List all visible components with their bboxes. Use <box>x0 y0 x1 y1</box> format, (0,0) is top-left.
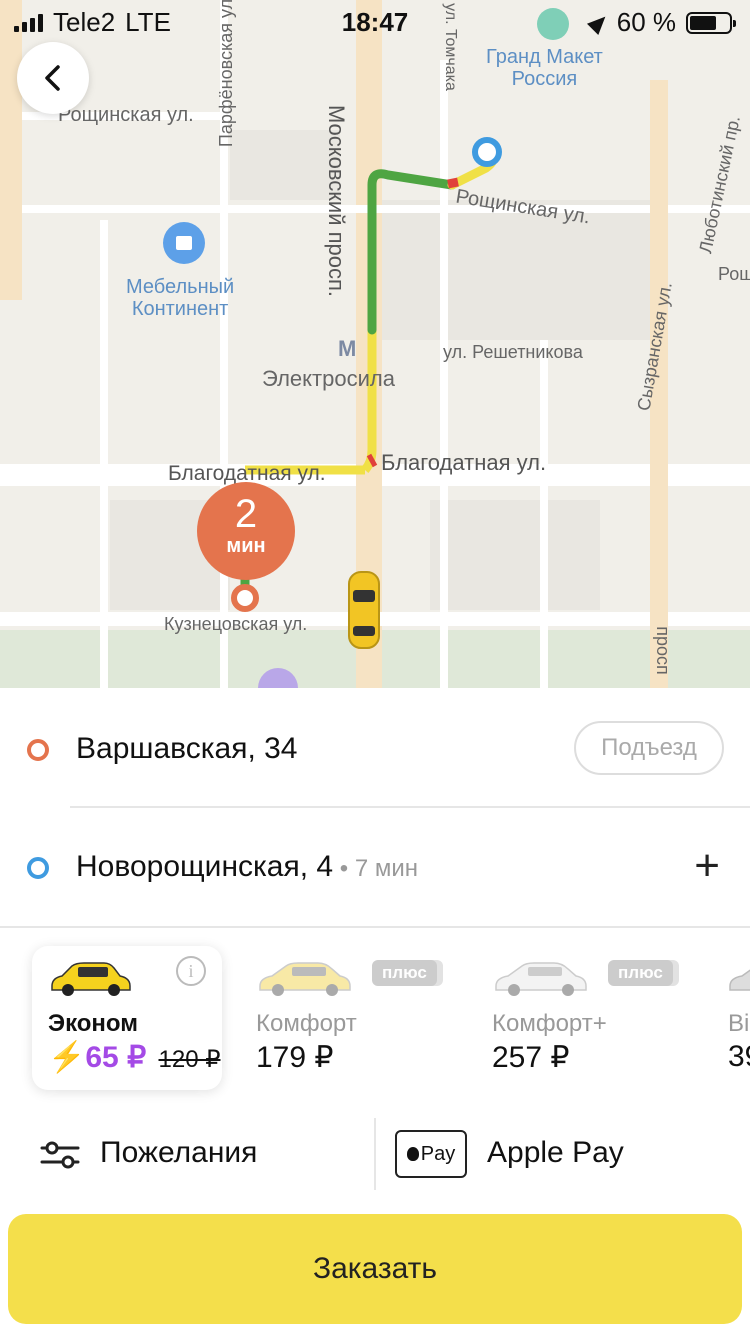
street-reshetnikova: ул. Решетникова <box>443 342 583 362</box>
order-button[interactable]: Заказать <box>8 1214 742 1324</box>
origin-row[interactable]: Варшавская, 34 Подъезд <box>0 688 750 808</box>
wishes-label: Пожелания <box>100 1136 258 1169</box>
info-icon[interactable]: i <box>176 956 206 986</box>
sliders-icon <box>40 1141 80 1169</box>
tariff-name: Комфорт+ <box>492 1010 607 1037</box>
location-arrow-icon <box>586 10 611 35</box>
tariff-carousel[interactable]: i Эконом ⚡65 ₽ 120 ₽ плюс Комфорт 179 ₽ <box>0 936 750 1106</box>
car-econom-icon <box>51 962 131 996</box>
back-button[interactable] <box>17 42 89 114</box>
apple-icon <box>406 1147 419 1161</box>
route-divider <box>0 926 750 928</box>
eta-value: 2 <box>234 492 258 536</box>
poi-grand-maket-line1: Гранд Макет <box>486 46 603 68</box>
tariff-old-price: 120 ₽ <box>158 1046 221 1073</box>
origin-address[interactable]: Варшавская, 34 <box>76 732 297 766</box>
tariff-price: 257 ₽ <box>492 1041 570 1074</box>
battery-icon <box>686 11 736 34</box>
poi-grand-maket[interactable]: Гранд Макет Россия <box>486 46 603 90</box>
tariff-price: ⚡65 ₽ 120 ₽ <box>48 1040 220 1075</box>
entrance-button[interactable]: Подъезд <box>574 721 724 775</box>
chevron-left-icon <box>45 65 60 91</box>
car-business-icon <box>729 969 750 991</box>
eta-bubble: 2 мин <box>197 482 295 580</box>
street-moskovsky: Московский просп. <box>324 104 350 298</box>
plus-badge: плюс <box>372 960 437 986</box>
status-bar: Tele2 LTE 18:47 60 % <box>0 0 750 44</box>
poi-mebelny-line2: Континент <box>131 298 229 320</box>
tariff-partial[interactable]: Bi 39 <box>712 946 750 1090</box>
poi-mebelny-kontinent[interactable]: Мебельный Континент <box>126 276 234 320</box>
destination-address[interactable]: Новорощинская, 4 • 7 мин <box>76 850 418 884</box>
svg-text:M: M <box>338 336 356 361</box>
destination-dot-icon <box>27 857 49 879</box>
battery-percent: 60 % <box>616 7 676 37</box>
trip-duration: • 7 мин <box>333 855 419 882</box>
apple-pay-icon: Pay <box>395 1130 467 1178</box>
map[interactable]: M Рощинская ул. Рощинская ул. Московский… <box>0 0 750 688</box>
car-comfort-icon <box>259 962 351 996</box>
destination-row[interactable]: Новорощинская, 4 • 7 мин + <box>0 808 750 926</box>
pay-logo-text: Pay <box>420 1142 456 1165</box>
street-prosp-edge: просп <box>652 626 673 675</box>
tariff-comfort-plus[interactable]: плюс Комфорт+ 257 ₽ <box>476 946 673 1090</box>
tariff-price: 39 <box>728 1040 750 1073</box>
plus-badge: плюс <box>608 960 673 986</box>
options-row: Пожелания Pay Apple Pay <box>0 1118 750 1190</box>
street-roshchinskaya: Рощинская ул. <box>58 104 194 126</box>
poi-mebelny-line1: Мебельный <box>126 276 235 298</box>
wishes-button[interactable]: Пожелания <box>0 1118 370 1190</box>
tariff-econom[interactable]: i Эконом ⚡65 ₽ 120 ₽ <box>32 946 222 1090</box>
options-divider <box>374 1118 376 1190</box>
street-blagodatnaya-right: Благодатная ул. <box>381 450 547 475</box>
lightning-icon: ⚡ <box>48 1041 86 1074</box>
tariff-comfort[interactable]: плюс Комфорт 179 ₽ <box>240 946 437 1090</box>
tariff-price: 179 ₽ <box>256 1041 334 1074</box>
destination-address-text: Новорощинская, 4 <box>76 850 334 883</box>
order-panel: Варшавская, 34 Подъезд Новорощинская, 4 … <box>0 688 750 1334</box>
origin-dot-icon <box>27 739 49 761</box>
street-rosh-edge: Рощ <box>718 264 750 284</box>
street-kuznetsovskaya: Кузнецовская ул. <box>164 614 308 634</box>
add-stop-button[interactable]: + <box>694 844 720 888</box>
tariff-name: Эконом <box>48 1010 139 1037</box>
car-comfort-plus-icon <box>495 962 587 996</box>
eta-unit: мин <box>226 535 266 557</box>
tariff-price-value: 65 ₽ <box>85 1041 147 1074</box>
payment-button[interactable]: Pay Apple Pay <box>380 1118 750 1190</box>
payment-label: Apple Pay <box>487 1136 624 1169</box>
poi-metro-elektrosila[interactable]: Электросила <box>262 366 395 392</box>
poi-grand-maket-line2: Россия <box>511 68 578 90</box>
tariff-name: Комфорт <box>256 1010 357 1037</box>
tariff-name: Bi <box>728 1010 750 1037</box>
